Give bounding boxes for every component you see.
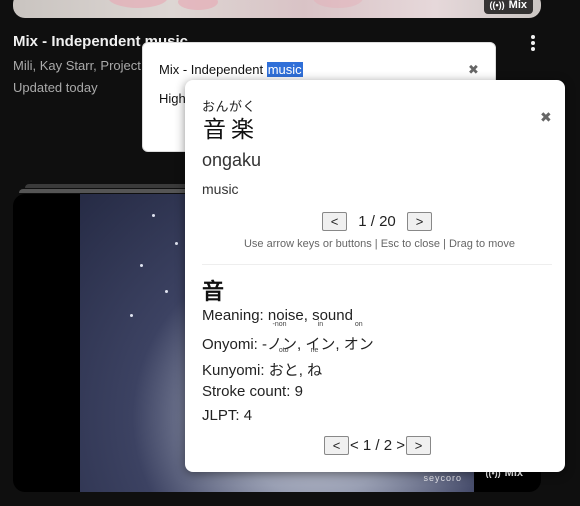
kanji-counter: < 1 / 2 > <box>349 436 406 454</box>
kunyomi-label: Kunyomi: <box>202 362 265 379</box>
playlist-thumbnail-top[interactable]: ((•)) Mix <box>13 0 541 18</box>
help-text: Use arrow keys or buttons | Esc to close… <box>243 238 516 250</box>
jlpt-value: 4 <box>243 407 253 424</box>
result-counter: 1 / 20 <box>358 212 396 230</box>
stroke-label: Stroke count: <box>202 383 291 400</box>
kanji-navigation: < < 1 / 2 > > <box>324 434 431 456</box>
hint-selected-text: Mix - Independent music <box>159 62 303 77</box>
mix-badge: ((•)) Mix <box>483 0 533 14</box>
onyomi-label: Onyomi: <box>202 336 258 353</box>
onyomi-reading: on オン <box>343 321 374 353</box>
kunyomi-line: Kunyomi: oto おと, ne ね <box>202 347 323 379</box>
word-meaning: music <box>202 181 239 197</box>
hint-highlight: music <box>266 62 303 77</box>
mix-badge-label: Mix <box>508 0 527 11</box>
popup-close-icon[interactable]: ✖ <box>540 109 552 126</box>
hint-second-line: High <box>159 91 186 106</box>
stroke-value: 9 <box>294 383 303 400</box>
playlist-updated: Updated today <box>13 80 98 95</box>
next-kanji-button[interactable]: > <box>405 435 431 455</box>
jlpt-label: JLPT: <box>202 407 240 424</box>
mix-radio-icon: ((•)) <box>489 0 505 10</box>
more-options-icon[interactable] <box>524 33 542 53</box>
word-kanji: 音楽 <box>203 116 259 142</box>
dictionary-popup[interactable]: ✖ おんがく 音楽 ongaku music < 1 / 20 > Use ar… <box>185 80 565 472</box>
jlpt-line: JLPT: 4 <box>202 407 252 424</box>
hint-prefix: Mix - Independent <box>159 62 267 77</box>
kunyomi-reading: ne ね <box>307 347 323 379</box>
next-result-button[interactable]: > <box>407 211 432 231</box>
thumbnail-signature: seycoro <box>423 473 462 483</box>
prev-result-button[interactable]: < <box>322 211 347 231</box>
kunyomi-reading: oto おと <box>268 347 299 379</box>
stroke-count-line: Stroke count: 9 <box>202 383 303 400</box>
word-romaji: ongaku <box>202 150 262 170</box>
kanji-character: 音 <box>202 279 225 304</box>
prev-kanji-button[interactable]: < <box>324 435 349 455</box>
playlist-channels: Mili, Kay Starr, Project <box>13 58 141 73</box>
meaning-label: Meaning: <box>202 307 264 324</box>
result-navigation: < 1 / 20 > <box>322 210 432 232</box>
hint-close-icon[interactable]: ✖ <box>468 62 479 78</box>
divider <box>202 264 552 265</box>
